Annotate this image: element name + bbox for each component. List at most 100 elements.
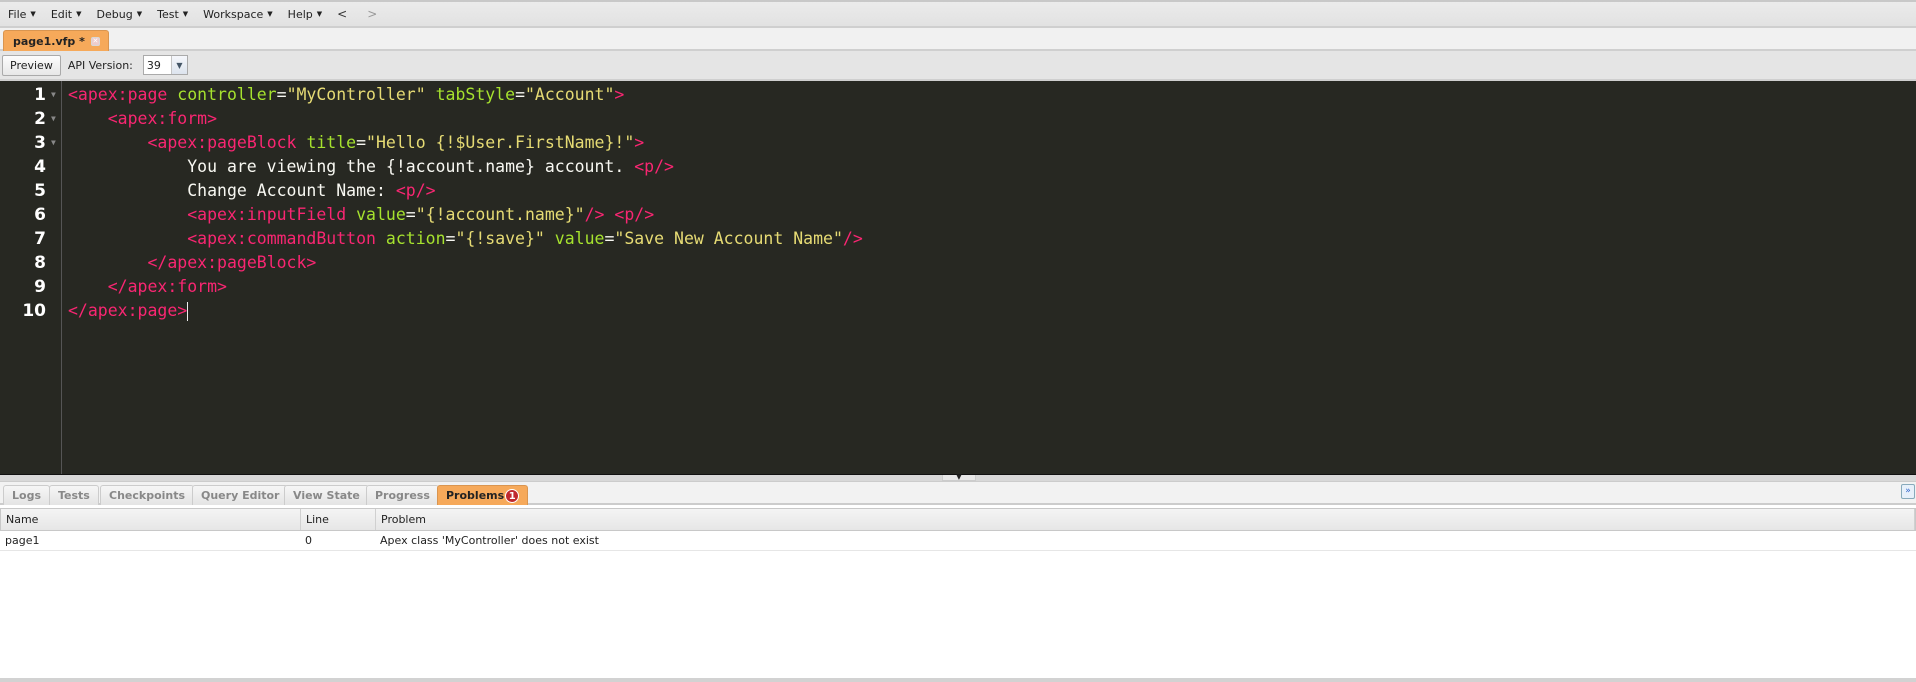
column-header-problem[interactable]: Problem: [376, 509, 1915, 530]
menu-label: Edit: [50, 7, 73, 21]
menu-help[interactable]: Help ▼: [288, 8, 322, 21]
line-number: 9: [34, 277, 46, 297]
menu-label: Debug: [96, 7, 133, 21]
menu-label: Test: [157, 7, 179, 21]
code-text: <apex:inputField value="{!account.name}"…: [68, 203, 654, 227]
api-version-value: 39: [146, 58, 161, 72]
preview-button[interactable]: Preview: [2, 54, 61, 76]
table-row[interactable]: page1 0 Apex class 'MyController' does n…: [0, 531, 1916, 551]
fold-arrow-icon[interactable]: ▼: [51, 131, 56, 155]
code-line[interactable]: 6 <apex:inputField value="{!account.name…: [0, 203, 1900, 227]
code-text: <apex:pageBlock title="Hello {!$User.Fir…: [68, 131, 644, 155]
text-cursor: [187, 302, 189, 321]
code-text: Change Account Name: <p/>: [68, 179, 436, 203]
code-token: "{!save}": [455, 229, 545, 248]
code-line[interactable]: 8 </apex:pageBlock>: [0, 251, 1900, 275]
code-line[interactable]: 2 ▼ <apex:form>: [0, 107, 1900, 131]
code-token: />: [584, 205, 605, 224]
column-header-line[interactable]: Line: [301, 509, 376, 530]
line-number: 7: [34, 229, 46, 249]
code-token: value: [356, 205, 406, 224]
code-token: value: [554, 229, 605, 248]
code-token: =: [356, 133, 367, 152]
code-token: <apex:page: [68, 85, 168, 104]
code-token: "{!account.name}": [415, 205, 585, 224]
cell-name: page1: [5, 534, 40, 547]
menu-label: File: [8, 7, 27, 21]
code-token: <apex:commandButton: [187, 229, 376, 248]
code-line[interactable]: 10 </apex:page>: [0, 299, 1900, 323]
tab-tests[interactable]: Tests: [49, 485, 99, 505]
code-token: <apex:inputField: [187, 205, 347, 224]
tab-checkpoints[interactable]: Checkpoints: [100, 485, 195, 505]
menu-bar: File ▼ Edit ▼ Debug ▼ Test ▼ Workspace ▼ Help…: [0, 0, 1916, 28]
code-token: >: [634, 133, 645, 152]
file-tab-label: page1.vfp *: [13, 34, 85, 48]
code-token: =: [276, 85, 287, 104]
code-token: Change Account Name:: [68, 181, 396, 200]
problem-count-badge: 1: [505, 488, 520, 503]
code-token: </apex:form>: [107, 277, 227, 296]
api-version-select[interactable]: 39 ▼: [142, 55, 188, 75]
code-token: "Account": [525, 85, 615, 104]
menu-edit[interactable]: Edit ▼: [51, 8, 82, 21]
code-editor[interactable]: 1 ▼ <apex:page controller="MyController" t…: [0, 81, 1916, 475]
code-token: "MyController": [286, 85, 426, 104]
line-number: 10: [22, 301, 46, 321]
menu-debug[interactable]: Debug ▼: [97, 8, 143, 21]
code-token: You are viewing the {!account.name} acco…: [68, 157, 635, 176]
code-text: <apex:commandButton action="{!save}" val…: [68, 227, 863, 251]
code-token: controller: [177, 85, 277, 104]
code-token: <apex:form>: [107, 109, 218, 128]
code-token: <p/>: [395, 181, 436, 200]
code-text: <apex:page controller="MyController" tab…: [68, 83, 624, 107]
code-text: </apex:page>: [68, 299, 189, 323]
line-number: 8: [34, 253, 46, 273]
code-line[interactable]: 7 <apex:commandButton action="{!save}" v…: [0, 227, 1900, 251]
fold-arrow-icon[interactable]: ▼: [51, 83, 56, 107]
forward-button[interactable]: >: [367, 7, 377, 21]
line-number: 5: [34, 181, 46, 201]
line-number: 2: [34, 109, 46, 129]
code-line[interactable]: 5 Change Account Name: <p/>: [0, 179, 1900, 203]
code-token: =: [445, 229, 456, 248]
code-token: </apex:pageBlock>: [147, 253, 317, 272]
chevron-down-icon: ▼: [136, 10, 143, 18]
tab-query-editor[interactable]: Query Editor: [192, 485, 289, 505]
code-text: </apex:form>: [68, 275, 227, 299]
line-number: 3: [34, 133, 46, 153]
menu-file[interactable]: File ▼: [8, 8, 36, 21]
chevron-down-icon[interactable]: ▼: [170, 56, 187, 74]
file-tab-page1[interactable]: page1.vfp * ✕: [3, 30, 109, 51]
menu-test[interactable]: Test ▼: [157, 8, 188, 21]
fold-arrow-icon[interactable]: ▼: [51, 107, 56, 131]
tab-progress[interactable]: Progress: [366, 485, 439, 505]
column-header-name[interactable]: Name: [1, 509, 301, 530]
tab-logs[interactable]: Logs: [3, 485, 50, 505]
bottom-panel-tabs: Logs Tests Checkpoints Query Editor View…: [0, 481, 1916, 505]
code-line[interactable]: 3 ▼ <apex:pageBlock title="Hello {!$User.…: [0, 131, 1900, 155]
chevron-down-icon: ▼: [267, 10, 273, 18]
collapse-panel-icon[interactable]: »: [1901, 484, 1915, 499]
code-line[interactable]: 4 You are viewing the {!account.name} ac…: [0, 155, 1900, 179]
code-line[interactable]: 9 </apex:form>: [0, 275, 1900, 299]
tab-problems[interactable]: Problems 1: [437, 485, 529, 505]
back-button[interactable]: <: [337, 7, 347, 21]
code-line[interactable]: 1 ▼ <apex:page controller="MyController" t…: [0, 83, 1900, 107]
file-tab-bar: page1.vfp * ✕: [0, 28, 1916, 51]
code-token: <apex:pageBlock: [147, 133, 297, 152]
menu-workspace[interactable]: Workspace ▼: [203, 8, 273, 21]
close-icon[interactable]: ✕: [90, 36, 100, 46]
tab-view-state[interactable]: View State: [284, 485, 369, 505]
code-text: <apex:form>: [68, 107, 217, 131]
code-token: =: [405, 205, 416, 224]
